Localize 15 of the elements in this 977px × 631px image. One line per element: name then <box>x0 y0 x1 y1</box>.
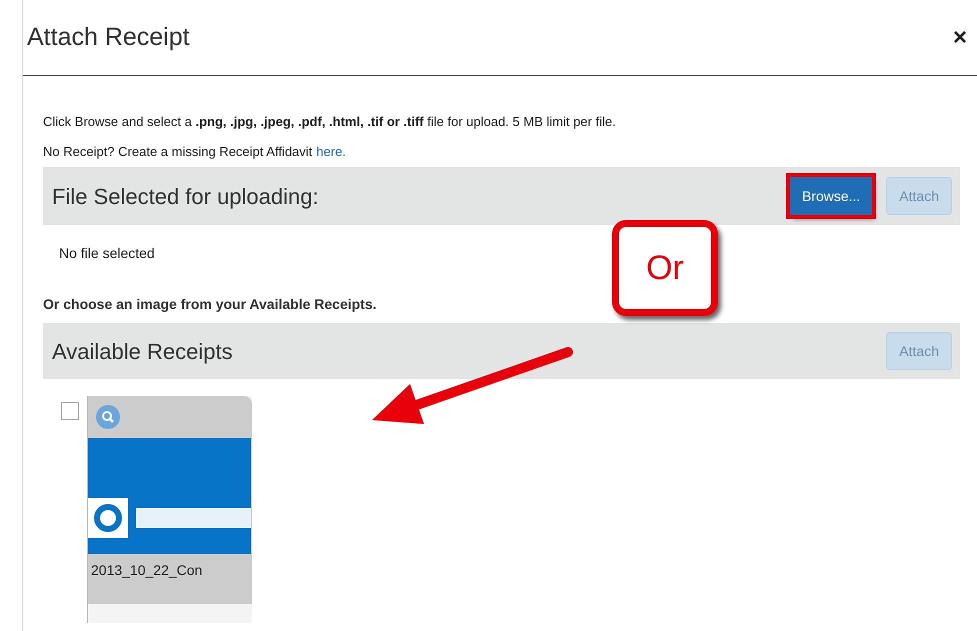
close-button[interactable]: × <box>952 20 967 56</box>
section-heading: Available Receipts <box>52 338 233 366</box>
dialog-title: Attach Receipt <box>27 22 190 53</box>
receipt-name: 2013_10_22_Con <box>90 561 204 580</box>
section-heading: File Selected for uploading: <box>52 182 319 211</box>
callout-box: Or <box>612 220 718 316</box>
receipt-tile[interactable]: 2013_10_22_Con <box>87 396 252 623</box>
upload-instructions: Click Browse and select a .png, .jpg, .jpeg, .pdf, .html, .tif or .tiff file for upload. 5 MB limit per file. <box>43 113 617 131</box>
affidavit-text: No Receipt? Create a missing Receipt Affidavit <box>43 142 312 161</box>
receipts-prompt: Or choose an image from your Available Receipts. <box>43 295 378 314</box>
file-status: No file selected <box>59 244 156 263</box>
receipt-checkbox[interactable] <box>61 402 79 420</box>
browse-button[interactable]: Browse... <box>790 177 872 215</box>
zoom-icon[interactable] <box>96 405 120 429</box>
affidavit-link[interactable]: here. <box>316 142 346 161</box>
